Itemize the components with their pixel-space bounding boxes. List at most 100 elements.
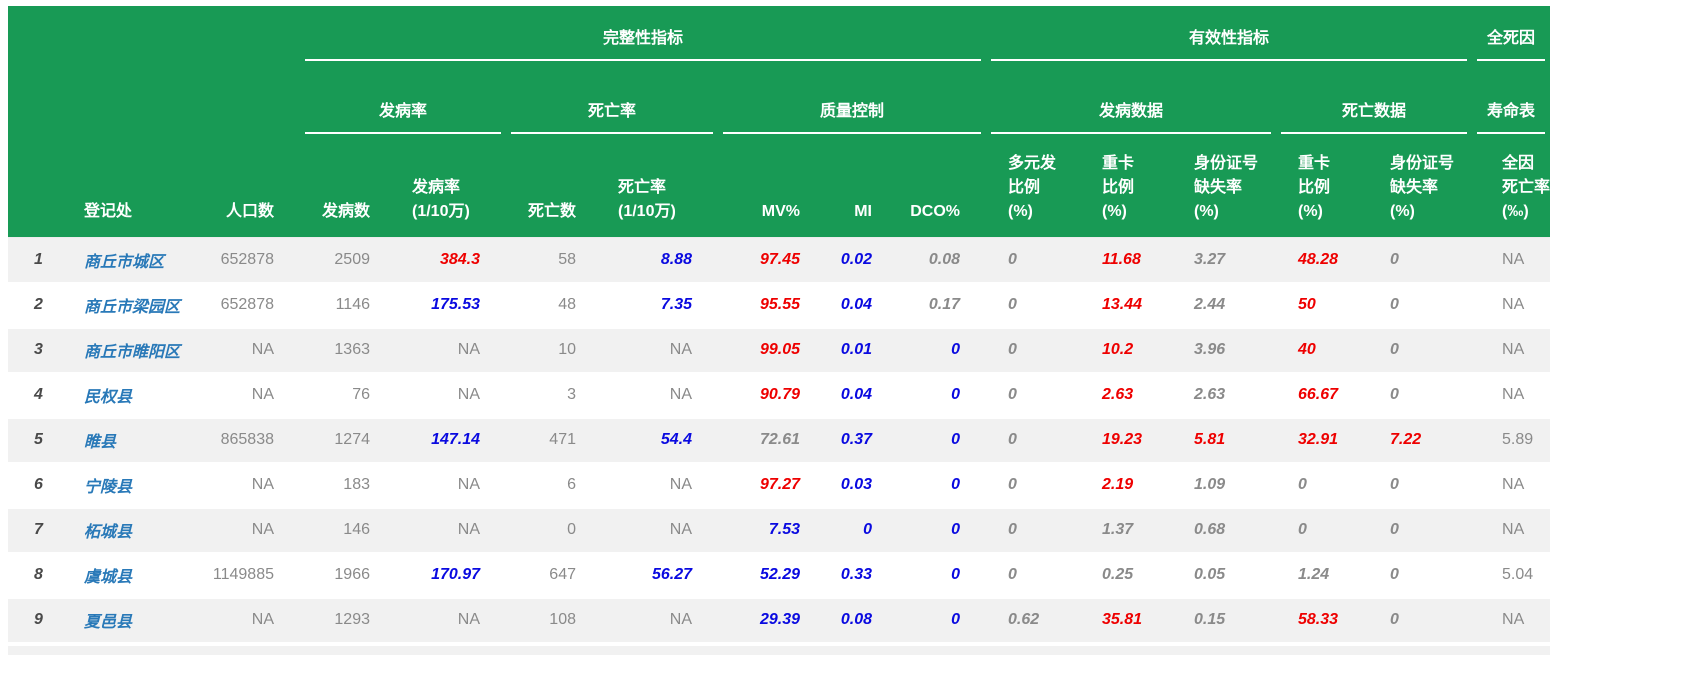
registry-link[interactable]: 虞城县 [72, 553, 195, 598]
mi-cell: 0.02 [826, 238, 898, 283]
population-cell: NA [195, 373, 300, 418]
population-cell: NA [195, 463, 300, 508]
col-header-dup-card-ratio-death: 重卡 比例 (%) [1276, 152, 1368, 238]
row-number: 4 [8, 373, 72, 418]
all-cause-mortality-cell: NA [1472, 463, 1550, 508]
table-row: 9夏邑县NA1293NA108NA29.390.0800.6235.810.15… [8, 598, 1550, 643]
multi-primary-ratio-cell: 0 [986, 373, 1080, 418]
col-header-deaths: 死亡数 [506, 152, 602, 238]
registry-link[interactable]: 商丘市城区 [72, 238, 195, 283]
cases-cell: 1146 [300, 283, 396, 328]
table-row: 5睢县8658381274147.1447154.472.610.370019.… [8, 418, 1550, 463]
cases-cell: 76 [300, 373, 396, 418]
quality-indicators-table: 完整性指标 有效性指标 全死因 发病率 死亡率 质量控制 [8, 6, 1550, 644]
registry-link[interactable]: 商丘市梁园区 [72, 283, 195, 328]
dco-percent-cell: 0 [898, 508, 986, 553]
incidence-rate-cell: NA [396, 598, 506, 643]
dup-card-ratio-incidence-cell: 2.19 [1080, 463, 1172, 508]
dco-percent-cell: 0 [898, 418, 986, 463]
id-missing-rate-death-cell: 0 [1368, 373, 1472, 418]
mortality-rate-cell: NA [602, 328, 718, 373]
registry-link[interactable]: 商丘市睢阳区 [72, 328, 195, 373]
table-row: 4民权县NA76NA3NA90.790.04002.632.6366.670NA [8, 373, 1550, 418]
id-missing-rate-incidence-cell: 5.81 [1172, 418, 1276, 463]
id-missing-rate-incidence-cell: 2.44 [1172, 283, 1276, 328]
mi-cell: 0.03 [826, 463, 898, 508]
id-missing-rate-death-cell: 0 [1368, 238, 1472, 283]
group-incidence-rate-label: 发病率 [305, 97, 501, 134]
multi-primary-ratio-cell: 0 [986, 508, 1080, 553]
row-number: 3 [8, 328, 72, 373]
table-row: 6宁陵县NA183NA6NA97.270.03002.191.0900NA [8, 463, 1550, 508]
cases-cell: 2509 [300, 238, 396, 283]
row-number: 5 [8, 418, 72, 463]
cases-cell: 146 [300, 508, 396, 553]
population-cell: 1149885 [195, 553, 300, 598]
multi-primary-ratio-cell: 0 [986, 238, 1080, 283]
col-header-mortality-rate: 死亡率 (1/10万) [602, 152, 718, 238]
col-header-population: 人口数 [195, 152, 300, 238]
id-missing-rate-death-cell: 0 [1368, 598, 1472, 643]
group-death-data: 死亡数据 [1276, 79, 1472, 152]
mv-percent-cell: 97.27 [718, 463, 826, 508]
header-group-row-mid: 发病率 死亡率 质量控制 发病数据 死亡数据 寿命表 [8, 79, 1550, 152]
id-missing-rate-death-cell: 0 [1368, 283, 1472, 328]
dup-card-ratio-death-cell: 32.91 [1276, 418, 1368, 463]
mi-cell: 0.08 [826, 598, 898, 643]
dup-card-ratio-incidence-cell: 35.81 [1080, 598, 1172, 643]
row-number: 2 [8, 283, 72, 328]
deaths-cell: 48 [506, 283, 602, 328]
registry-link[interactable]: 柘城县 [72, 508, 195, 553]
registry-link[interactable]: 宁陵县 [72, 463, 195, 508]
dco-percent-cell: 0 [898, 463, 986, 508]
col-header-multi-primary-ratio: 多元发 比例 (%) [986, 152, 1080, 238]
incidence-rate-cell: 175.53 [396, 283, 506, 328]
all-cause-mortality-cell: NA [1472, 238, 1550, 283]
col-header-rownum [8, 152, 72, 238]
mv-percent-cell: 7.53 [718, 508, 826, 553]
population-cell: NA [195, 328, 300, 373]
mortality-rate-cell: 56.27 [602, 553, 718, 598]
deaths-cell: 0 [506, 508, 602, 553]
dup-card-ratio-death-cell: 1.24 [1276, 553, 1368, 598]
dup-card-ratio-incidence-cell: 1.37 [1080, 508, 1172, 553]
registry-link[interactable]: 睢县 [72, 418, 195, 463]
population-cell: 865838 [195, 418, 300, 463]
col-header-dco-percent: DCO% [898, 152, 986, 238]
id-missing-rate-incidence-cell: 3.27 [1172, 238, 1276, 283]
table-row: 2商丘市梁园区6528781146175.53487.3595.550.040.… [8, 283, 1550, 328]
incidence-rate-cell: NA [396, 373, 506, 418]
all-cause-mortality-cell: NA [1472, 598, 1550, 643]
cases-cell: 1293 [300, 598, 396, 643]
table-row: 7柘城县NA146NA0NA7.530001.370.6800NA [8, 508, 1550, 553]
dup-card-ratio-death-cell: 0 [1276, 463, 1368, 508]
id-missing-rate-incidence-cell: 0.68 [1172, 508, 1276, 553]
group-quality-control: 质量控制 [718, 79, 986, 152]
all-cause-mortality-cell: NA [1472, 373, 1550, 418]
dup-card-ratio-incidence-cell: 11.68 [1080, 238, 1172, 283]
col-header-mv-percent: MV% [718, 152, 826, 238]
group-quality-control-label: 质量控制 [723, 97, 981, 134]
mi-cell: 0.04 [826, 283, 898, 328]
mv-percent-cell: 72.61 [718, 418, 826, 463]
group-death-data-label: 死亡数据 [1281, 97, 1467, 134]
mortality-rate-cell: 8.88 [602, 238, 718, 283]
all-cause-mortality-cell: NA [1472, 508, 1550, 553]
population-cell: NA [195, 508, 300, 553]
cases-cell: 1966 [300, 553, 396, 598]
cases-cell: 1274 [300, 418, 396, 463]
deaths-cell: 647 [506, 553, 602, 598]
registry-link[interactable]: 夏邑县 [72, 598, 195, 643]
mv-percent-cell: 97.45 [718, 238, 826, 283]
mv-percent-cell: 99.05 [718, 328, 826, 373]
col-header-mi: MI [826, 152, 898, 238]
mi-cell: 0.01 [826, 328, 898, 373]
mortality-rate-cell: 7.35 [602, 283, 718, 328]
dup-card-ratio-death-cell: 48.28 [1276, 238, 1368, 283]
cases-cell: 183 [300, 463, 396, 508]
deaths-cell: 108 [506, 598, 602, 643]
dup-card-ratio-death-cell: 0 [1276, 508, 1368, 553]
row-number: 6 [8, 463, 72, 508]
registry-link[interactable]: 民权县 [72, 373, 195, 418]
group-incidence-rate: 发病率 [300, 79, 506, 152]
